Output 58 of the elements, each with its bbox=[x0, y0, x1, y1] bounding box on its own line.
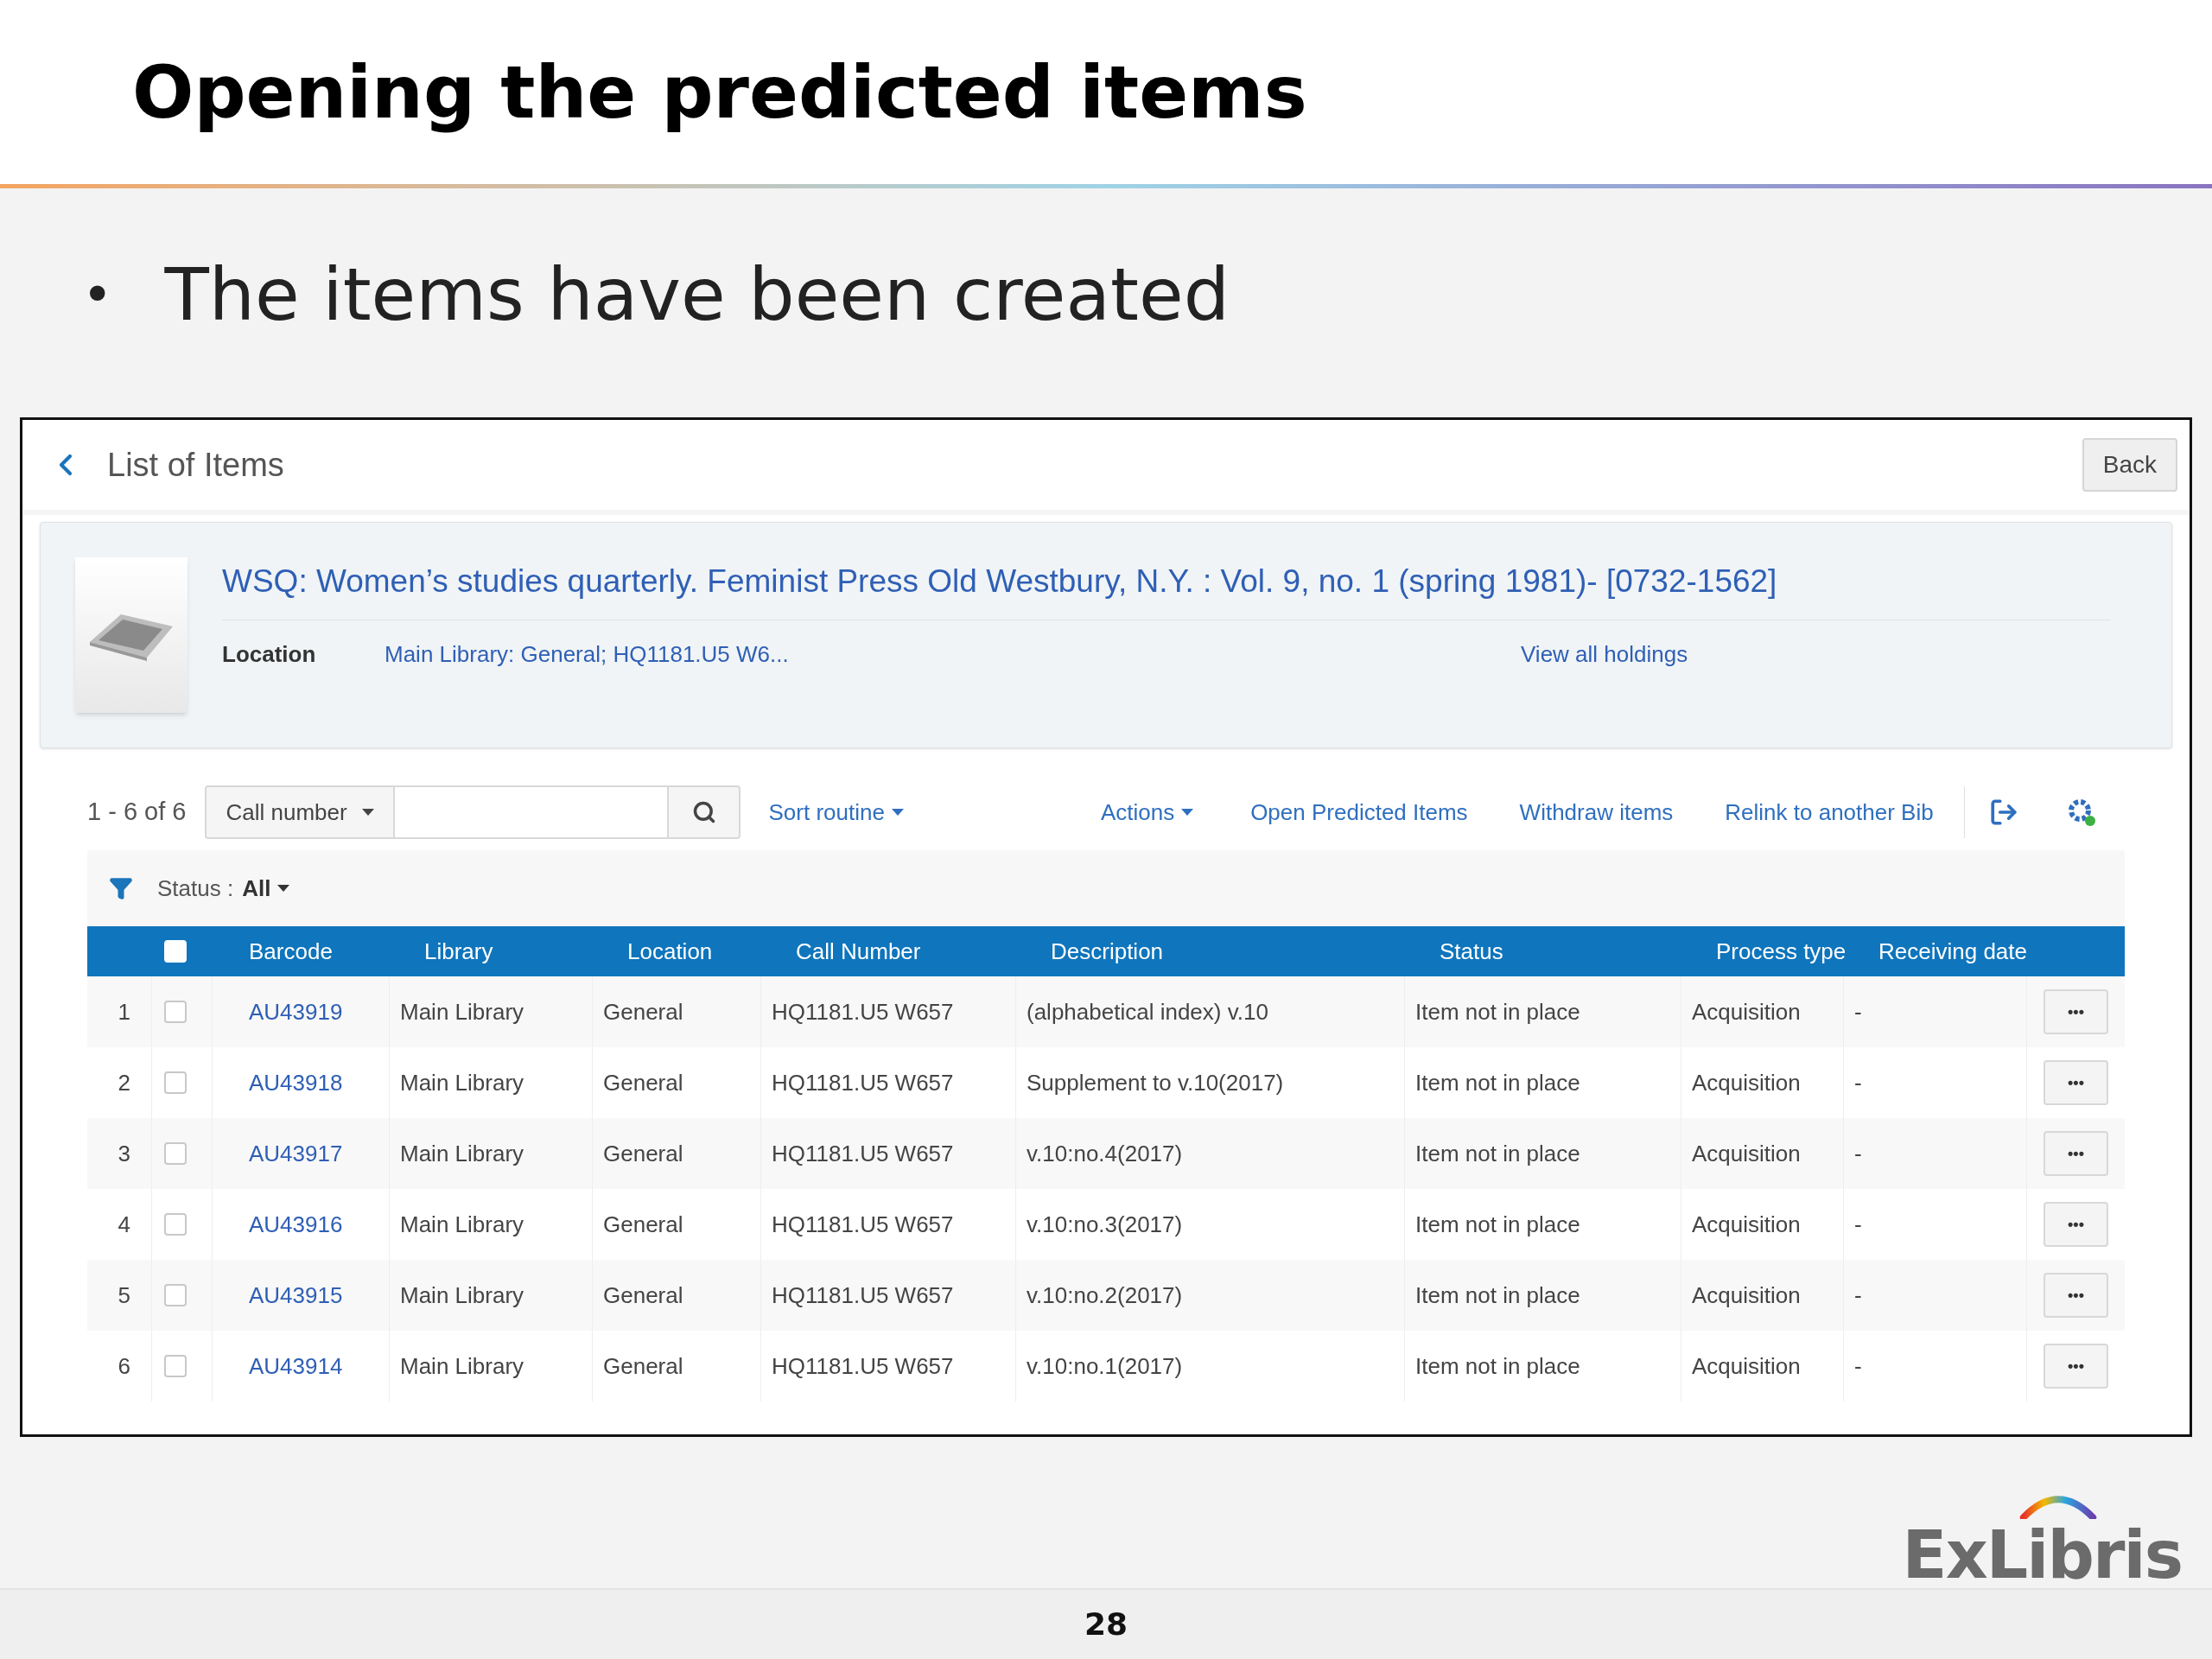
filter-icon[interactable] bbox=[109, 876, 133, 900]
column-header[interactable]: Receiving date bbox=[1844, 934, 2027, 969]
toolbar-link[interactable]: Open Predicted Items bbox=[1250, 795, 1468, 830]
row-menu-button[interactable]: ••• bbox=[2044, 1060, 2108, 1105]
table-cell: Item not in place bbox=[1405, 1331, 1681, 1402]
row-menu-button[interactable]: ••• bbox=[2044, 989, 2108, 1034]
row-menu-button[interactable]: ••• bbox=[2044, 1202, 2108, 1247]
search-button[interactable] bbox=[667, 785, 741, 839]
search-icon bbox=[691, 800, 716, 824]
bullet-mark: • bbox=[82, 263, 113, 327]
checkbox[interactable] bbox=[164, 1142, 187, 1165]
location-label: Location bbox=[222, 639, 317, 669]
filter-label: Status : bbox=[157, 874, 234, 903]
checkbox[interactable] bbox=[164, 1284, 187, 1306]
back-button[interactable]: Back bbox=[2082, 438, 2177, 492]
column-header[interactable]: Library bbox=[390, 934, 593, 969]
row-menu-button[interactable]: ••• bbox=[2044, 1273, 2108, 1318]
table-cell: v.10:no.1(2017) bbox=[1016, 1331, 1405, 1402]
view-all-holdings-link[interactable]: View all holdings bbox=[1521, 637, 1688, 671]
caret-icon bbox=[362, 809, 375, 816]
table-cell: Main Library bbox=[390, 1331, 593, 1402]
caret-icon bbox=[277, 885, 290, 892]
column-header[interactable]: Status bbox=[1405, 934, 1681, 969]
export-icon[interactable] bbox=[1988, 798, 2018, 827]
dropdown-link[interactable]: Sort routine bbox=[768, 795, 904, 830]
logo-wordmark: ExLibris bbox=[1902, 1522, 2182, 1588]
table-cell: - bbox=[1844, 1331, 2027, 1402]
column-header[interactable]: Description bbox=[1016, 934, 1405, 969]
filter-value-dropdown[interactable]: All bbox=[242, 871, 290, 906]
row-number: 6 bbox=[87, 1331, 152, 1402]
checkbox[interactable] bbox=[164, 1213, 187, 1236]
record-title-link[interactable]: WSQ: Women’s studies quarterly. Feminist Press Old Westbury, N.Y. : Vol. 9, no. 1 (spring 1981)- [0732-1562] bbox=[222, 557, 2111, 620]
toolbar-link[interactable]: Withdraw items bbox=[1519, 795, 1674, 830]
table-cell: General bbox=[593, 1331, 761, 1402]
location-link[interactable]: Main Library: General; HQ1181.U5 W6... bbox=[385, 637, 1521, 671]
row-menu-button[interactable]: ••• bbox=[2044, 1131, 2108, 1176]
checkbox[interactable] bbox=[164, 1355, 187, 1377]
page-number: 28 bbox=[1084, 1605, 1128, 1643]
table-cell: Acquisition bbox=[1681, 1331, 1844, 1402]
caret-icon bbox=[891, 809, 904, 816]
checkbox[interactable] bbox=[164, 1071, 187, 1094]
row-menu-button[interactable]: ••• bbox=[2044, 1344, 2108, 1389]
dropdown-link[interactable]: Actions bbox=[1100, 795, 1194, 830]
caret-icon bbox=[1181, 809, 1194, 816]
search-field[interactable] bbox=[395, 785, 668, 839]
search-scope-dropdown[interactable]: Call number bbox=[205, 785, 396, 839]
column-header[interactable]: Location bbox=[593, 934, 761, 969]
table-cell: HQ1181.U5 W657 bbox=[761, 1331, 1016, 1402]
barcode-link[interactable]: AU43914 bbox=[213, 1331, 390, 1402]
column-header[interactable]: Process type bbox=[1681, 934, 1844, 969]
checkbox[interactable] bbox=[164, 1001, 187, 1023]
toolbar-link[interactable]: Relink to another Bib bbox=[1725, 795, 1934, 830]
page-title: List of Items bbox=[107, 445, 284, 485]
column-header[interactable]: Barcode bbox=[213, 934, 390, 969]
column-header[interactable]: Call Number bbox=[761, 934, 1016, 969]
bullet-text: The items have been created bbox=[164, 251, 1230, 339]
result-count: 1 - 6 of 6 bbox=[87, 797, 187, 828]
slide-title: Opening the predicted items bbox=[132, 48, 1307, 137]
